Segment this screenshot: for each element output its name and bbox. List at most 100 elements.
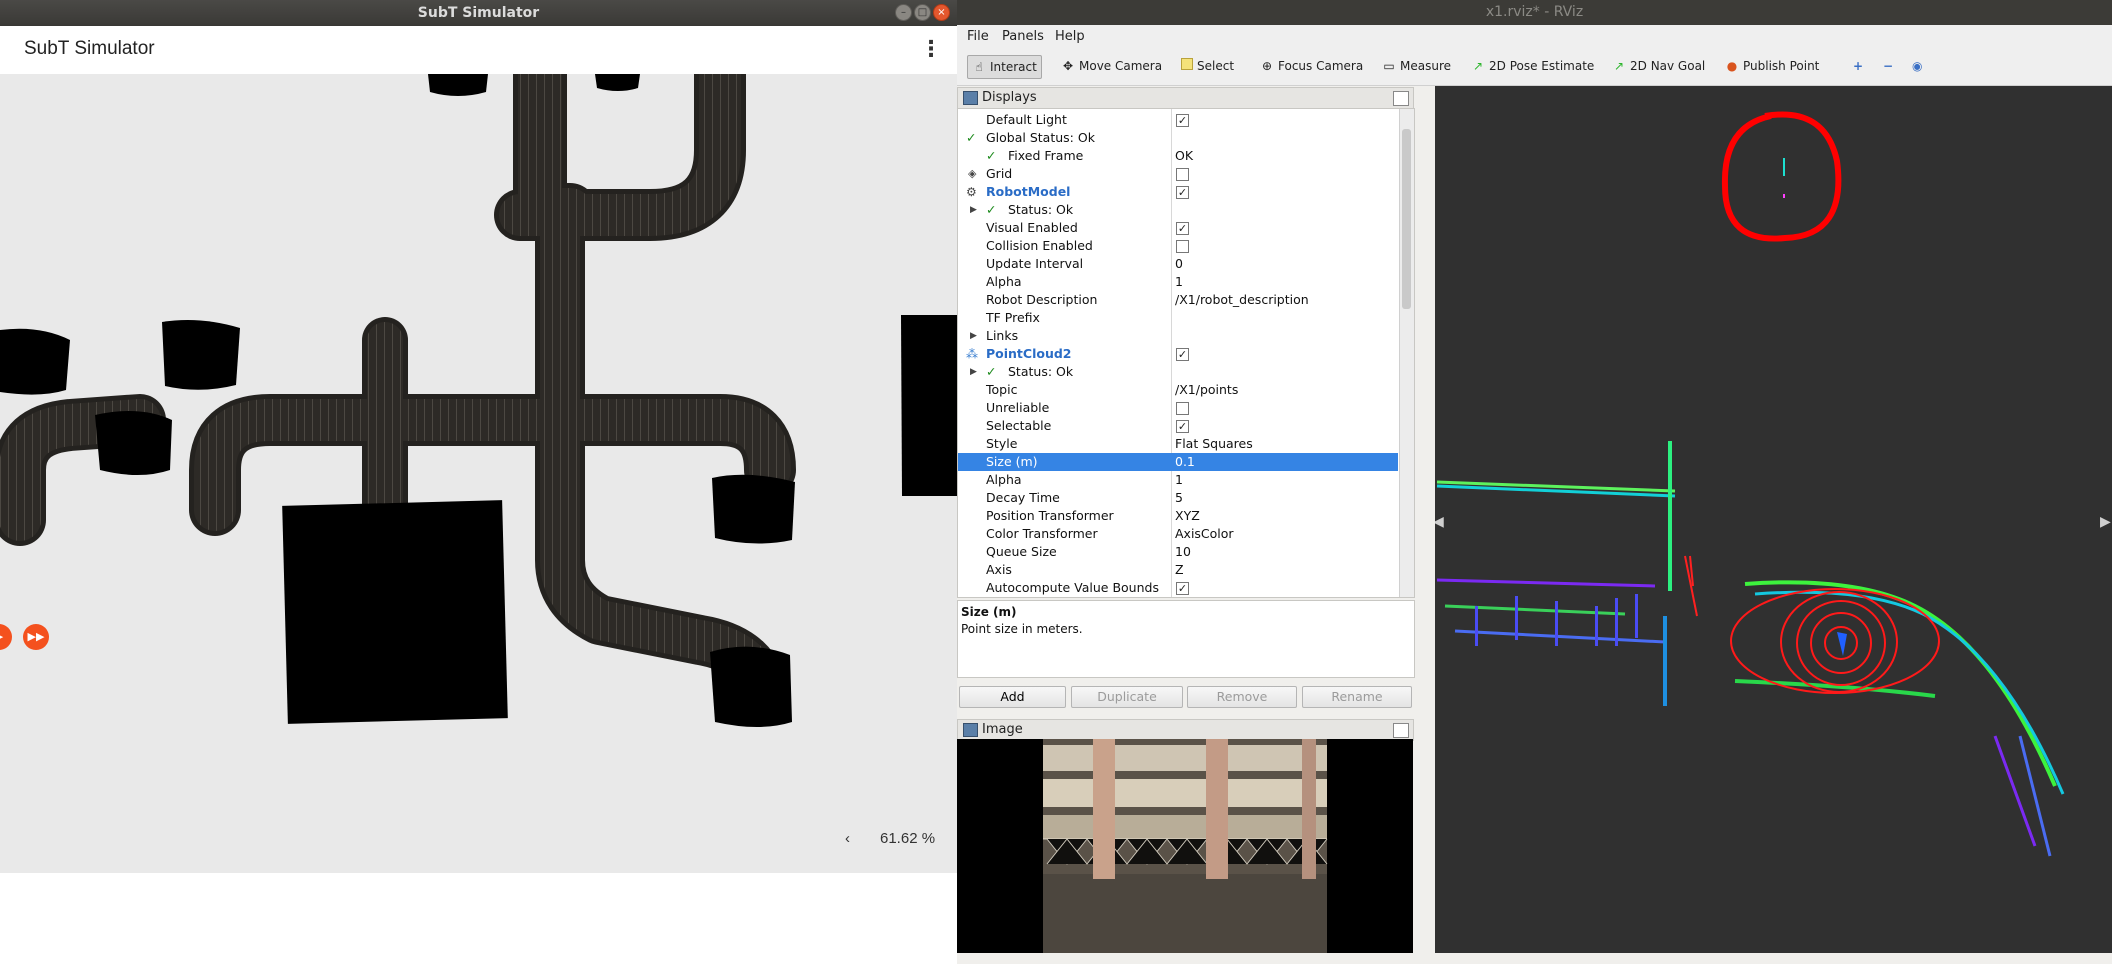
row-unreliable[interactable]: Unreliable: [958, 399, 1398, 417]
camera-type-icon[interactable]: ◉: [1908, 55, 1926, 77]
checkbox[interactable]: ✓: [1176, 420, 1189, 433]
checkbox[interactable]: [1176, 240, 1189, 253]
row-pointcloud-status[interactable]: ▶ ✓ Status: Ok: [958, 363, 1398, 381]
subt-simulator-window: SubT Simulator – □ × SubT Simulator ⋮ ▶▶…: [0, 0, 957, 873]
tool-measure[interactable]: ▭ Measure: [1378, 55, 1455, 77]
row-selectable[interactable]: Selectable ✓: [958, 417, 1398, 435]
minimize-button[interactable]: –: [895, 4, 912, 21]
left-collapse-icon[interactable]: ◀: [1433, 514, 1444, 530]
checkbox[interactable]: [1176, 402, 1189, 415]
remove-tool-icon[interactable]: −: [1879, 55, 1897, 77]
expand-arrow-icon[interactable]: ▶: [970, 201, 977, 219]
row-axis[interactable]: Axis Z: [958, 561, 1398, 579]
tool-bar: ☝ Interact ✥ Move Camera Select ⊕ Focus Cam…: [957, 49, 2112, 86]
add-tool-icon[interactable]: +: [1849, 55, 1867, 77]
checkbox[interactable]: ✓: [1176, 186, 1189, 199]
row-decay-time[interactable]: Decay Time 5: [958, 489, 1398, 507]
ruler-icon: ▭: [1383, 59, 1395, 73]
rviz-3d-view[interactable]: ◀ ▶: [1433, 86, 2112, 953]
simulation-scene-view[interactable]: ▶ ▶▶ ‹ 61.62 %: [0, 47, 957, 873]
row-robot-model-status[interactable]: ▶ ✓ Status: Ok: [958, 201, 1398, 219]
row-value[interactable]: 1: [1175, 273, 1183, 291]
row-global-status[interactable]: ✓ Global Status: Ok: [958, 129, 1398, 147]
row-links[interactable]: ▶ Links: [958, 327, 1398, 345]
fast-forward-icon[interactable]: ▶▶: [23, 624, 49, 650]
grid-icon: ◈: [968, 167, 977, 180]
row-value[interactable]: XYZ: [1175, 507, 1200, 525]
row-alpha[interactable]: Alpha 1: [958, 273, 1398, 291]
row-queue-size[interactable]: Queue Size 10: [958, 543, 1398, 561]
tool-focus-camera[interactable]: ⊕ Focus Camera: [1256, 55, 1367, 77]
more-vert-icon[interactable]: ⋮: [920, 36, 942, 64]
row-style[interactable]: Style Flat Squares: [958, 435, 1398, 453]
subt-window-title: SubT Simulator: [417, 5, 540, 21]
row-topic[interactable]: Topic /X1/points: [958, 381, 1398, 399]
maximize-button[interactable]: □: [914, 4, 931, 21]
zoom-prev-icon[interactable]: ‹: [845, 830, 850, 847]
expand-arrow-icon[interactable]: ▶: [970, 327, 977, 345]
row-value[interactable]: Flat Squares: [1175, 435, 1253, 453]
duplicate-button[interactable]: Duplicate: [1071, 686, 1183, 708]
annotation-circle: [1721, 111, 1842, 242]
menu-panels[interactable]: Panels: [1002, 29, 1044, 44]
tool-select[interactable]: Select: [1177, 55, 1238, 77]
row-grid[interactable]: ◈ Grid: [958, 165, 1398, 183]
row-value[interactable]: 0: [1175, 255, 1183, 273]
row-position-transformer[interactable]: Position Transformer XYZ: [958, 507, 1398, 525]
row-color-transformer[interactable]: Color Transformer AxisColor: [958, 525, 1398, 543]
row-label: Global Status: Ok: [986, 130, 1095, 145]
row-value[interactable]: 5: [1175, 489, 1183, 507]
add-button[interactable]: Add: [959, 686, 1066, 708]
row-visual-enabled[interactable]: Visual Enabled ✓: [958, 219, 1398, 237]
menu-file[interactable]: File: [967, 29, 989, 44]
check-icon: ✓: [986, 148, 997, 163]
row-robot-model[interactable]: ⚙ RobotModel ✓: [958, 183, 1398, 201]
menu-help[interactable]: Help: [1055, 29, 1085, 44]
row-pointcloud2[interactable]: ⁂ PointCloud2 ✓: [958, 345, 1398, 363]
tool-2d-nav-goal[interactable]: ↗ 2D Nav Goal: [1608, 55, 1709, 77]
rename-button[interactable]: Rename: [1302, 686, 1412, 708]
zoom-level: 61.62 %: [880, 830, 936, 847]
row-update-interval[interactable]: Update Interval 0: [958, 255, 1398, 273]
close-button[interactable]: ×: [933, 4, 950, 21]
tool-publish-point[interactable]: ● Publish Point: [1721, 55, 1823, 77]
row-fixed-frame[interactable]: ✓ Fixed Frame OK: [958, 147, 1398, 165]
checkbox[interactable]: ✓: [1176, 222, 1189, 235]
undock-button[interactable]: [1393, 723, 1409, 738]
row-autocompute[interactable]: Autocompute Value Bounds ✓: [958, 579, 1398, 597]
row-value[interactable]: 0.1: [1175, 453, 1195, 471]
row-robot-description[interactable]: Robot Description /X1/robot_description: [958, 291, 1398, 309]
camera-image: [1043, 739, 1328, 953]
row-value[interactable]: Z: [1175, 561, 1184, 579]
tool-interact[interactable]: ☝ Interact: [967, 55, 1042, 79]
row-value[interactable]: 10: [1175, 543, 1191, 561]
row-label: Links: [986, 328, 1019, 343]
row-size-selected[interactable]: Size (m) 0.1: [958, 453, 1398, 471]
tool-move-camera[interactable]: ✥ Move Camera: [1057, 55, 1166, 77]
scrollbar-thumb[interactable]: [1402, 129, 1411, 309]
row-value[interactable]: /X1/points: [1175, 381, 1238, 399]
right-collapse-icon[interactable]: ▶: [2100, 514, 2111, 530]
checkbox[interactable]: [1176, 168, 1189, 181]
remove-button[interactable]: Remove: [1187, 686, 1297, 708]
row-value[interactable]: /X1/robot_description: [1175, 291, 1309, 309]
row-tf-prefix[interactable]: TF Prefix: [958, 309, 1398, 327]
displays-tree[interactable]: Default Light ✓ ✓ Global Status: Ok ✓ Fi…: [957, 108, 1415, 598]
undock-button[interactable]: [1393, 91, 1409, 106]
checkbox[interactable]: ✓: [1176, 348, 1189, 361]
checkbox[interactable]: ✓: [1176, 582, 1189, 595]
row-collision-enabled[interactable]: Collision Enabled: [958, 237, 1398, 255]
row-label: RobotModel: [986, 184, 1071, 199]
expand-arrow-icon[interactable]: ▶: [970, 363, 977, 381]
row-value[interactable]: AxisColor: [1175, 525, 1234, 543]
row-alpha-2[interactable]: Alpha 1: [958, 471, 1398, 489]
row-default-light[interactable]: Default Light ✓: [958, 111, 1398, 129]
tree-scrollbar[interactable]: [1399, 109, 1414, 597]
checkbox[interactable]: ✓: [1176, 114, 1189, 127]
row-label: Visual Enabled: [986, 220, 1078, 235]
tool-2d-pose-estimate[interactable]: ↗ 2D Pose Estimate: [1467, 55, 1598, 77]
check-icon: ✓: [986, 202, 997, 217]
rviz-window-titlebar: x1.rviz* - RViz: [957, 0, 2112, 25]
row-value[interactable]: 1: [1175, 471, 1183, 489]
row-label: Autocompute Value Bounds: [986, 580, 1159, 595]
